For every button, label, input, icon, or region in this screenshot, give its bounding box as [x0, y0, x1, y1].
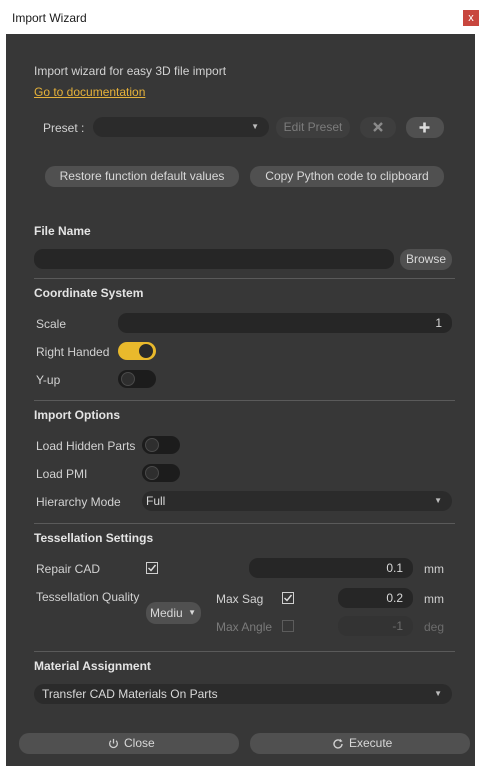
edit-preset-button[interactable]: Edit Preset [276, 117, 350, 138]
repair-cad-checkbox[interactable] [146, 562, 158, 574]
divider [34, 400, 455, 401]
coordinate-system-heading: Coordinate System [34, 286, 144, 300]
max-angle-input[interactable]: -1 [338, 616, 413, 636]
delete-preset-button[interactable] [360, 117, 396, 138]
tessellation-quality-value: Mediu [150, 606, 183, 620]
max-angle-checkbox[interactable] [282, 620, 294, 632]
divider [34, 278, 455, 279]
execute-button-label: Execute [349, 736, 393, 750]
toggle-knob [145, 438, 159, 452]
restore-defaults-button[interactable]: Restore function default values [45, 166, 239, 187]
tessellation-quality-dropdown[interactable]: Mediu ▼ [146, 602, 201, 624]
execute-button[interactable]: Execute [250, 733, 470, 754]
load-hidden-parts-toggle[interactable] [142, 436, 180, 454]
repair-cad-unit: mm [424, 562, 444, 576]
window-title: Import Wizard [12, 11, 87, 25]
load-hidden-parts-label: Load Hidden Parts [36, 439, 136, 453]
check-icon [284, 594, 293, 602]
toggle-knob [121, 372, 135, 386]
copy-python-button[interactable]: Copy Python code to clipboard [250, 166, 444, 187]
toggle-knob [145, 466, 159, 480]
scale-input[interactable]: 1 [118, 313, 452, 333]
power-icon [109, 738, 118, 749]
preset-dropdown[interactable]: ▼ [93, 117, 269, 137]
chevron-down-icon: ▼ [251, 122, 259, 131]
divider [34, 523, 455, 524]
refresh-icon [333, 738, 343, 749]
chevron-down-icon: ▼ [188, 608, 196, 617]
tessellation-settings-heading: Tessellation Settings [34, 531, 154, 545]
max-angle-label: Max Angle [216, 620, 273, 634]
material-assignment-value: Transfer CAD Materials On Parts [42, 687, 218, 701]
repair-cad-tolerance-input[interactable]: 0.1 [249, 558, 413, 578]
window-close-button[interactable]: x [463, 10, 479, 26]
close-button[interactable]: Close [19, 733, 239, 754]
chevron-down-icon: ▼ [434, 496, 442, 505]
material-assignment-dropdown[interactable]: Transfer CAD Materials On Parts ▼ [34, 684, 452, 704]
max-sag-unit: mm [424, 592, 444, 606]
load-pmi-label: Load PMI [36, 467, 88, 481]
check-icon [148, 564, 157, 572]
chevron-down-icon: ▼ [434, 689, 442, 698]
file-name-heading: File Name [34, 224, 91, 238]
toggle-knob [139, 344, 153, 358]
right-handed-toggle[interactable] [118, 342, 156, 360]
material-assignment-heading: Material Assignment [34, 659, 151, 673]
wizard-panel: Import wizard for easy 3D file import Go… [6, 34, 475, 766]
y-up-label: Y-up [36, 373, 61, 387]
hierarchy-mode-label: Hierarchy Mode [36, 495, 121, 509]
hierarchy-mode-dropdown[interactable]: Full ▼ [142, 491, 452, 511]
plus-icon [419, 122, 430, 133]
intro-text: Import wizard for easy 3D file import [34, 64, 227, 78]
max-sag-input[interactable]: 0.2 [338, 588, 413, 608]
documentation-link[interactable]: Go to documentation [34, 85, 145, 99]
load-pmi-toggle[interactable] [142, 464, 180, 482]
divider [34, 651, 455, 652]
preset-label: Preset : [43, 121, 85, 135]
add-preset-button[interactable] [406, 117, 444, 138]
max-sag-checkbox[interactable] [282, 592, 294, 604]
close-button-label: Close [124, 736, 155, 750]
tessellation-quality-label: Tessellation Quality [36, 590, 140, 604]
x-mark-icon [373, 122, 383, 132]
max-sag-label: Max Sag [216, 592, 264, 606]
y-up-toggle[interactable] [118, 370, 156, 388]
max-angle-unit: deg [424, 620, 445, 634]
repair-cad-label: Repair CAD [36, 562, 101, 576]
import-options-heading: Import Options [34, 408, 120, 422]
right-handed-label: Right Handed [36, 345, 110, 359]
preset-value [93, 120, 103, 134]
file-name-input[interactable] [34, 249, 394, 269]
hierarchy-mode-value: Full [146, 494, 166, 508]
title-bar: Import Wizard x [0, 0, 483, 34]
scale-label: Scale [36, 317, 67, 331]
browse-button[interactable]: Browse [400, 249, 452, 270]
